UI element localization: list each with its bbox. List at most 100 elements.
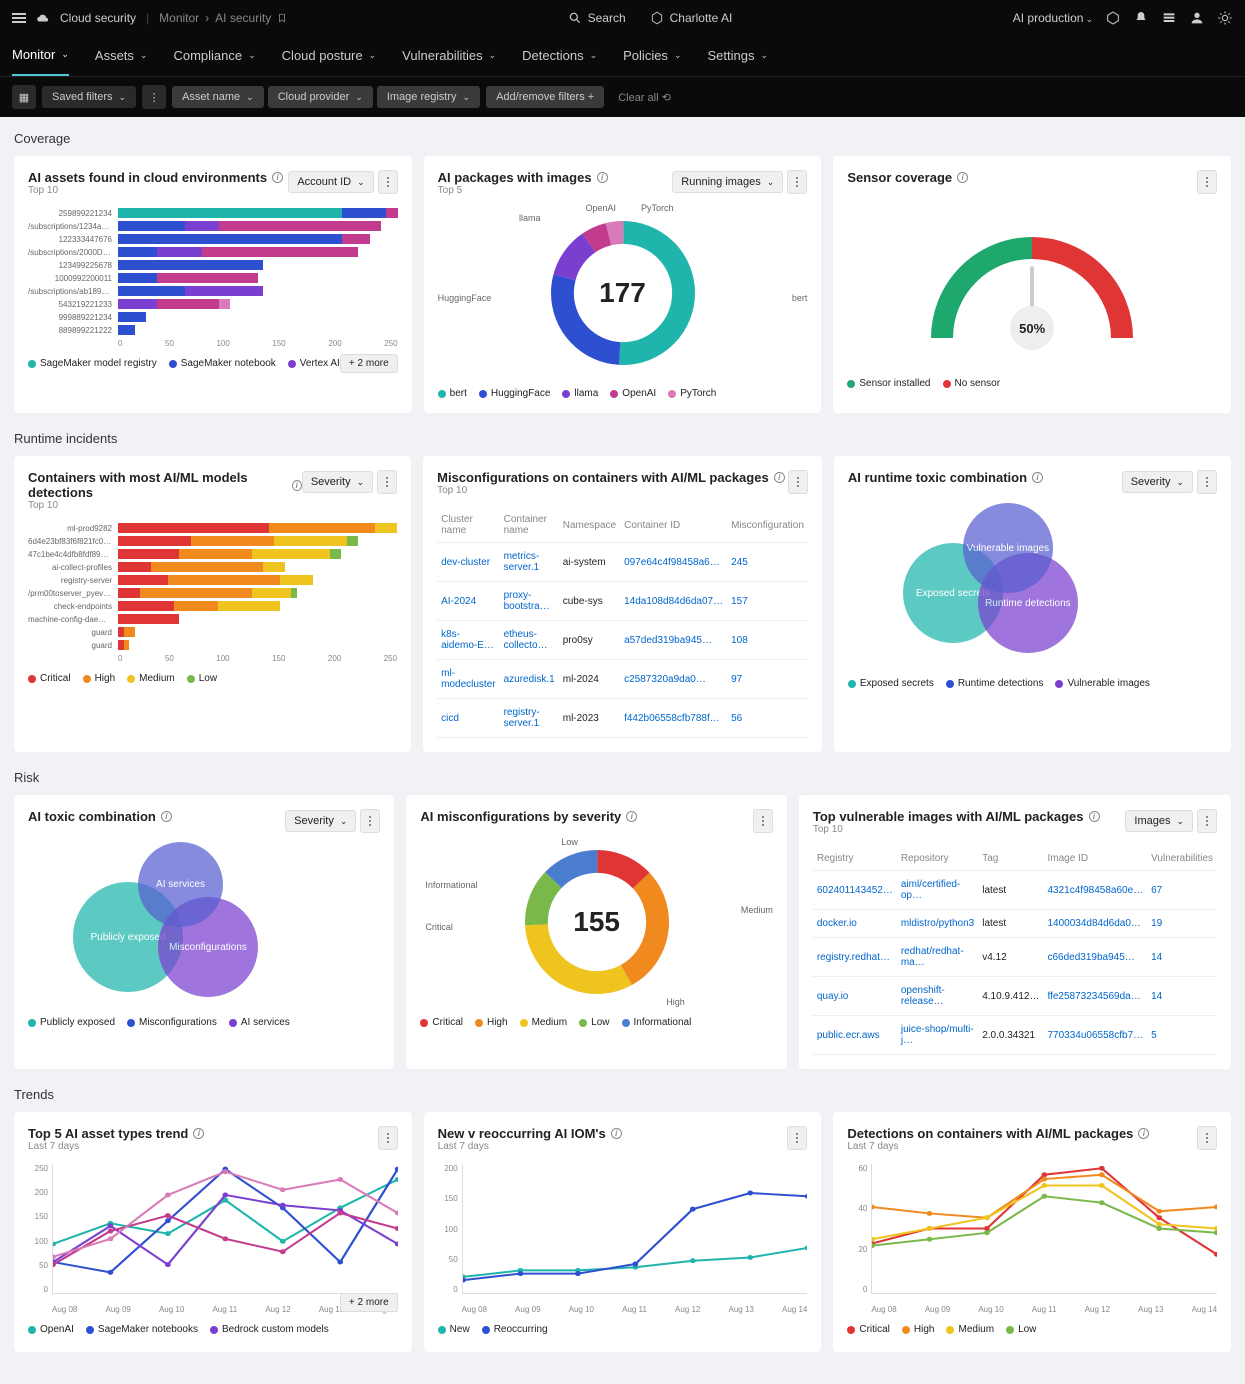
table-link[interactable]: 5	[1151, 1030, 1157, 1041]
card-menu[interactable]	[1197, 1126, 1217, 1150]
table-link[interactable]: etheus-collecto…	[504, 629, 548, 651]
navbar: Monitor⌄ Assets⌄ Compliance⌄ Cloud posture⌄…	[0, 35, 1245, 77]
clear-all-button[interactable]: Clear all ⟲	[618, 91, 671, 104]
table-link[interactable]: azuredisk.1	[504, 674, 555, 685]
table-link[interactable]: AI-2024	[441, 596, 476, 607]
table-link[interactable]: 14	[1151, 952, 1162, 963]
table-link[interactable]: mldistro/python3	[901, 918, 974, 929]
info-icon[interactable]: i	[597, 172, 608, 183]
table-link[interactable]: 157	[731, 596, 748, 607]
card-menu[interactable]	[1197, 470, 1217, 494]
table-link[interactable]: 56	[731, 713, 742, 724]
table-link[interactable]: 14	[1151, 991, 1162, 1002]
severity-dropdown[interactable]: Severity⌄	[1122, 471, 1193, 493]
search-button[interactable]: Search	[568, 11, 626, 25]
charlotte-ai-button[interactable]: Charlotte AI	[650, 11, 733, 25]
table-link[interactable]: 602401143452…	[817, 885, 893, 896]
table-link[interactable]: docker.io	[817, 918, 857, 929]
table-link[interactable]: 67	[1151, 885, 1162, 896]
card-menu[interactable]	[787, 1126, 807, 1150]
table-link[interactable]: aiml/certified-op…	[901, 879, 960, 901]
info-icon[interactable]: i	[193, 1128, 204, 1139]
table-link[interactable]: registry.redhat…	[817, 952, 890, 963]
table-link[interactable]: public.ecr.aws	[817, 1030, 880, 1041]
table-link[interactable]: registry-server.1	[504, 707, 540, 729]
severity-dropdown[interactable]: Severity⌄	[302, 471, 373, 493]
table-link[interactable]: a57ded319ba945…	[624, 635, 712, 646]
table-link[interactable]: 97	[731, 674, 742, 685]
bar-row: /subscriptions/1234abcef-844356…	[28, 221, 398, 231]
table-link[interactable]: juice-shop/multi-j…	[901, 1024, 974, 1046]
filter-chip[interactable]: Asset name⌄	[172, 86, 264, 108]
card-menu[interactable]	[788, 470, 808, 494]
info-icon[interactable]: i	[774, 472, 785, 483]
info-icon[interactable]: i	[272, 172, 283, 183]
filter-chip[interactable]: Image registry⌄	[377, 86, 480, 108]
table-link[interactable]: redhat/redhat-ma…	[901, 946, 964, 968]
filter-chip[interactable]: Cloud provider⌄	[268, 86, 373, 108]
table-link[interactable]: 1400034d84d6da0…	[1047, 918, 1140, 929]
user-icon[interactable]	[1189, 10, 1205, 26]
table-link[interactable]: dev-cluster	[441, 557, 490, 568]
table-link[interactable]: 097e64c4f98458a6…	[624, 557, 720, 568]
table-link[interactable]: k8s-aidemo-E…	[441, 629, 494, 651]
info-icon[interactable]: i	[957, 172, 968, 183]
table-link[interactable]: 14da108d84d6da07…	[624, 596, 723, 607]
nav-settings[interactable]: Settings⌄	[707, 35, 768, 76]
table-link[interactable]: 4321c4f98458a60e…	[1047, 885, 1143, 896]
table-link[interactable]: openshift-release…	[901, 985, 945, 1007]
stack-icon[interactable]	[1161, 10, 1177, 26]
table-link[interactable]: 108	[731, 635, 748, 646]
card-menu[interactable]	[1197, 170, 1217, 194]
saved-filters-button[interactable]: Saved filters⌄	[42, 86, 136, 108]
table-link[interactable]: f442b06558cfb788f…	[624, 713, 720, 724]
nav-vulnerabilities[interactable]: Vulnerabilities⌄	[402, 35, 496, 76]
card-menu[interactable]	[378, 1126, 398, 1150]
bell-icon[interactable]	[1133, 10, 1149, 26]
info-icon[interactable]: i	[1032, 472, 1043, 483]
table-link[interactable]: c2587320a9da0…	[624, 674, 706, 685]
severity-dropdown[interactable]: Severity⌄	[285, 810, 356, 832]
nav-policies[interactable]: Policies⌄	[623, 35, 681, 76]
table-link[interactable]: 19	[1151, 918, 1162, 929]
hamburger-icon[interactable]	[12, 13, 26, 23]
more-button[interactable]: + 2 more	[340, 354, 398, 373]
info-icon[interactable]: i	[1138, 1128, 1149, 1139]
info-icon[interactable]: i	[161, 811, 172, 822]
nav-monitor[interactable]: Monitor⌄	[12, 35, 69, 76]
grid-toggle-icon[interactable]: ▦	[12, 85, 36, 109]
card-menu[interactable]	[787, 170, 807, 194]
more-button[interactable]: + 2 more	[340, 1293, 398, 1312]
nav-assets[interactable]: Assets⌄	[95, 35, 148, 76]
card-menu[interactable]	[360, 809, 380, 833]
table-link[interactable]: metrics-server.1	[504, 551, 540, 573]
table-link[interactable]: ml-modecluster	[441, 668, 495, 690]
nav-cloud posture[interactable]: Cloud posture⌄	[282, 35, 377, 76]
card-menu[interactable]	[377, 470, 397, 494]
hexagon-icon[interactable]	[1105, 10, 1121, 26]
nav-detections[interactable]: Detections⌄	[522, 35, 597, 76]
table-link[interactable]: cicd	[441, 713, 459, 724]
table-link[interactable]: quay.io	[817, 991, 849, 1002]
nav-compliance[interactable]: Compliance⌄	[173, 35, 255, 76]
images-dropdown[interactable]: Images⌄	[1125, 810, 1193, 832]
info-icon[interactable]: i	[611, 1128, 622, 1139]
table-link[interactable]: 245	[731, 557, 748, 568]
info-icon[interactable]: i	[292, 480, 302, 491]
add-filters-button[interactable]: Add/remove filters +	[486, 86, 604, 108]
sun-icon[interactable]	[1217, 10, 1233, 26]
running-images-dropdown[interactable]: Running images⌄	[672, 171, 783, 193]
table-link[interactable]: proxy-bootstra…	[504, 590, 550, 612]
account-dropdown[interactable]: Account ID⌄	[288, 171, 373, 193]
bookmark-icon[interactable]	[277, 13, 287, 23]
info-icon[interactable]: i	[626, 811, 637, 822]
info-icon[interactable]: i	[1089, 811, 1100, 822]
env-selector[interactable]: AI production⌄	[1013, 11, 1093, 25]
filter-kebab[interactable]: ⋮	[142, 85, 166, 109]
card-menu[interactable]	[1197, 809, 1217, 833]
card-menu[interactable]	[378, 170, 398, 194]
table-link[interactable]: 770334u06558cfb7…	[1047, 1030, 1143, 1041]
card-menu[interactable]	[753, 809, 773, 833]
table-link[interactable]: c66ded319ba945…	[1047, 952, 1134, 963]
table-link[interactable]: ffe25873234569da…	[1047, 991, 1140, 1002]
